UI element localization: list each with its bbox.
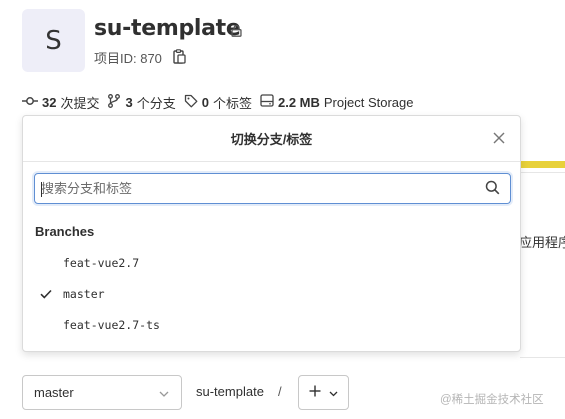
- tags-count: 0: [201, 94, 209, 110]
- lock-icon: [230, 24, 243, 40]
- branch-search-field[interactable]: [34, 173, 511, 204]
- branches-stat[interactable]: 3 个分支: [107, 93, 176, 112]
- branch-select[interactable]: master: [22, 375, 182, 410]
- chevron-down-icon: [159, 385, 169, 400]
- storage-label: Project Storage: [323, 94, 414, 110]
- branch-select-value: master: [34, 385, 74, 400]
- dropdown-header: 切换分支/标签: [23, 116, 520, 162]
- branch-item-master[interactable]: master: [23, 279, 520, 309]
- commits-stat[interactable]: 32 次提交: [22, 93, 99, 112]
- branch-name: feat-vue2.7-ts: [63, 318, 160, 332]
- divider: [520, 357, 565, 358]
- storage-icon: [260, 94, 278, 110]
- breadcrumb-project[interactable]: su-template: [196, 384, 264, 399]
- branches-section-header: Branches: [35, 224, 95, 239]
- add-file-button[interactable]: [298, 375, 349, 410]
- branch-item-feat-vue2-7-ts[interactable]: feat-vue2.7-ts: [23, 310, 520, 340]
- branch-icon: [107, 93, 125, 111]
- text-caret: [41, 182, 42, 197]
- project-id: 项目ID: 870: [94, 51, 162, 66]
- tags-label: 个标签: [212, 95, 252, 111]
- close-icon[interactable]: [492, 131, 506, 145]
- project-title[interactable]: su-template: [94, 16, 241, 41]
- branch-item-feat-vue2-7[interactable]: feat-vue2.7: [23, 248, 520, 278]
- check-icon: [40, 287, 52, 302]
- branch-tag-dropdown: 切换分支/标签 Branches feat-vue2.7 master feat…: [22, 115, 521, 352]
- tag-icon: [184, 94, 202, 111]
- storage-size: 2.2 MB: [277, 94, 320, 110]
- copy-icon[interactable]: [173, 49, 186, 67]
- project-stats: 32 次提交 3 个分支 0 个标签 2.2 MB Project Storag…: [22, 92, 422, 112]
- project-avatar: S: [22, 9, 85, 72]
- dropdown-title: 切换分支/标签: [230, 132, 313, 147]
- branches-count: 3: [125, 94, 133, 110]
- search-icon[interactable]: [485, 180, 500, 198]
- tags-stat[interactable]: 0 个标签: [184, 93, 252, 112]
- commit-icon: [22, 95, 42, 110]
- branches-label: 个分支: [136, 95, 176, 111]
- divider: [520, 172, 565, 173]
- plus-icon: [309, 385, 321, 400]
- chevron-down-icon: [329, 385, 338, 400]
- breadcrumb-separator: /: [278, 384, 282, 399]
- branch-name: master: [63, 287, 105, 301]
- storage-stat[interactable]: 2.2 MB Project Storage: [260, 94, 414, 110]
- watermark: @稀土掘金技术社区: [440, 394, 544, 406]
- avatar-letter: S: [45, 25, 62, 56]
- commits-label: 次提交: [60, 95, 100, 111]
- progress-bar: [520, 161, 565, 168]
- background-text: 应用程序: [519, 235, 565, 250]
- search-input[interactable]: [35, 174, 485, 203]
- branch-name: feat-vue2.7: [63, 256, 140, 270]
- commits-count: 32: [42, 94, 57, 110]
